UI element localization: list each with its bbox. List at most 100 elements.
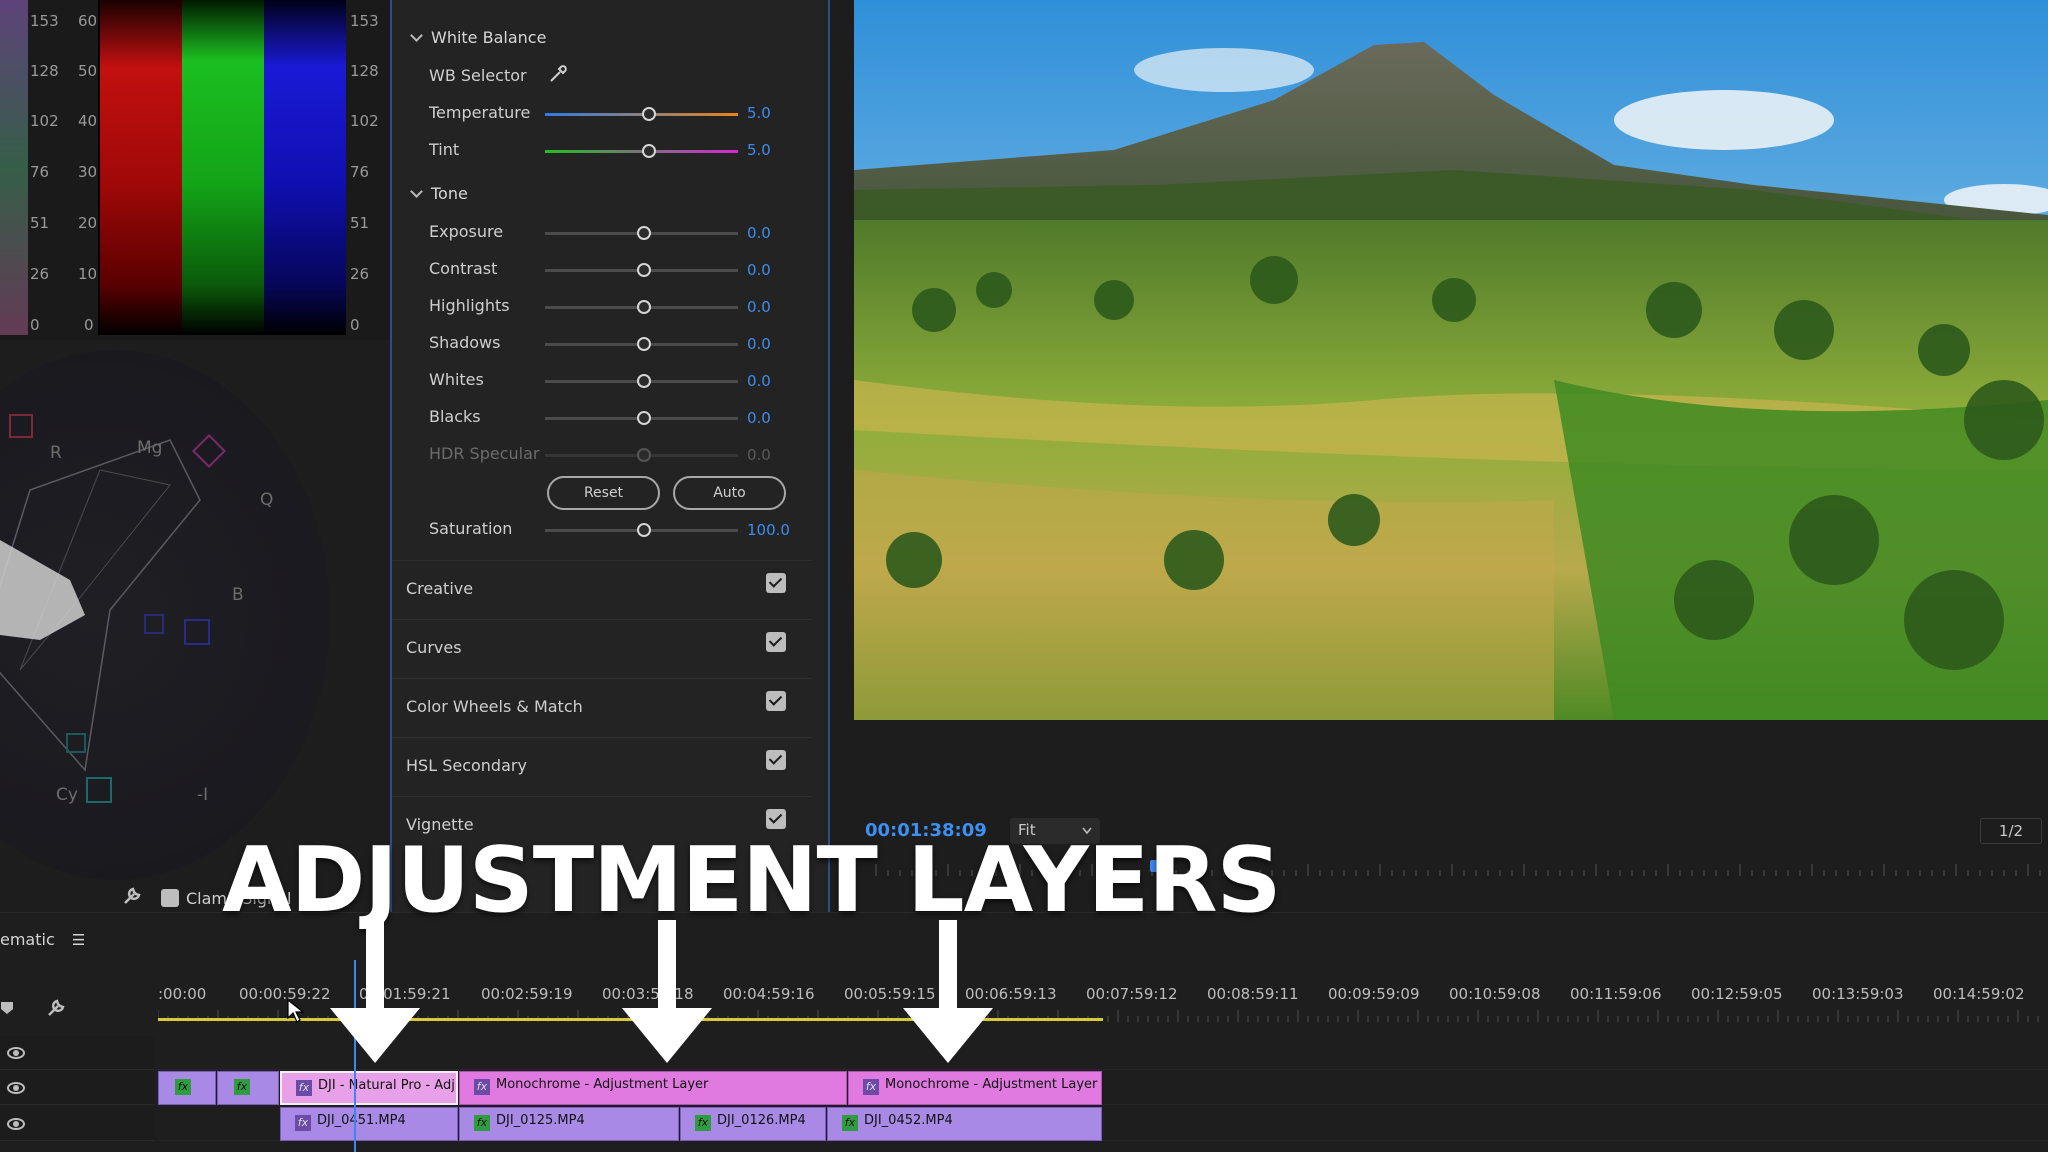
fx-badge-icon: fx	[863, 1079, 879, 1095]
highlights-slider[interactable]	[545, 300, 738, 314]
track-header-v2	[0, 1071, 155, 1105]
slider-knob[interactable]	[642, 107, 656, 121]
scale-label: 128	[350, 62, 379, 80]
slider-knob[interactable]	[637, 523, 651, 537]
exposure-value[interactable]: 0.0	[747, 224, 771, 242]
hsl-secondary-enable-checkbox[interactable]	[766, 750, 786, 770]
timeline-ruler[interactable]	[158, 1008, 2048, 1026]
green-channel	[182, 0, 264, 335]
scale-label: 102	[30, 112, 59, 130]
clip-label: DJI - Natural Pro - Adj	[318, 1078, 455, 1093]
saturation-value[interactable]: 100.0	[747, 521, 790, 539]
video-clip[interactable]: fx DJI_0451.MP4	[280, 1107, 458, 1141]
blacks-slider[interactable]	[545, 411, 738, 425]
hdr-specular-slider	[545, 448, 738, 462]
ruler-timecode: 00:09:59:09	[1328, 985, 1420, 1003]
adjustment-layer-clip[interactable]: fx DJI - Natural Pro - Adj	[280, 1071, 458, 1105]
vignette-enable-checkbox[interactable]	[766, 809, 786, 829]
whites-value[interactable]: 0.0	[747, 372, 771, 390]
slider-knob[interactable]	[637, 300, 651, 314]
red-channel	[100, 0, 182, 335]
highlights-value[interactable]: 0.0	[747, 298, 771, 316]
auto-button[interactable]: Auto	[673, 476, 786, 510]
tint-slider[interactable]	[545, 144, 738, 158]
clamp-signal-checkbox[interactable]	[161, 889, 179, 907]
creative-section[interactable]: Creative	[392, 560, 812, 618]
contrast-slider[interactable]	[545, 263, 738, 277]
video-clip[interactable]: fx DJI_0126.MP4	[680, 1107, 826, 1141]
arrow-down-icon	[330, 920, 420, 1063]
temperature-slider[interactable]	[545, 107, 738, 121]
vectorscope-label-i: -I	[197, 785, 209, 805]
marker-icon[interactable]	[0, 1000, 14, 1016]
rgb-parade-scope: 153 128 102 76 51 26 0 60 50 40 30 20 10…	[0, 0, 395, 340]
clip-label: Monochrome - Adjustment Layer	[496, 1077, 709, 1092]
video-clip[interactable]: fx DJI_0452.MP4	[827, 1107, 1102, 1141]
scale-label: 0	[350, 316, 360, 334]
clip-label: DJI_0451.MP4	[317, 1113, 406, 1128]
section-label: HSL Secondary	[406, 756, 527, 775]
exposure-slider[interactable]	[545, 226, 738, 240]
whites-label: Whites	[429, 370, 484, 389]
curves-section[interactable]: Curves	[392, 619, 812, 677]
arrow-down-icon	[622, 920, 712, 1063]
saturation-slider[interactable]	[545, 523, 738, 537]
ruler-timecode: 00:12:59:05	[1691, 985, 1783, 1003]
slider-knob[interactable]	[637, 226, 651, 240]
chevron-down-icon	[410, 29, 423, 42]
eye-icon[interactable]	[7, 1118, 25, 1130]
adjustment-layer-clip[interactable]: fx Monochrome - Adjustment Layer	[459, 1071, 847, 1105]
whites-slider[interactable]	[545, 374, 738, 388]
scale-label: 76	[30, 163, 50, 181]
shadows-value[interactable]: 0.0	[747, 335, 771, 353]
hdr-specular-label: HDR Specular	[429, 444, 540, 463]
reset-button[interactable]: Reset	[547, 476, 660, 510]
timeline-clip[interactable]: fx	[217, 1071, 279, 1105]
overlay-title: ADJUSTMENT LAYERS	[222, 828, 1281, 933]
color-wheels-section[interactable]: Color Wheels & Match	[392, 678, 812, 736]
temperature-value[interactable]: 5.0	[747, 104, 771, 122]
ruler-timecode: 00:11:59:06	[1570, 985, 1662, 1003]
eye-icon[interactable]	[7, 1047, 25, 1059]
shadows-slider[interactable]	[545, 337, 738, 351]
video-clip[interactable]: fx DJI_0125.MP4	[459, 1107, 679, 1141]
slider-knob[interactable]	[637, 263, 651, 277]
eyedropper-icon[interactable]	[547, 63, 569, 85]
wrench-icon[interactable]	[120, 884, 144, 908]
vectorscope-label-cy: Cy	[56, 785, 78, 805]
sequence-name[interactable]: ematic ☰	[0, 930, 85, 949]
blue-channel	[264, 0, 346, 335]
hsl-secondary-section[interactable]: HSL Secondary	[392, 737, 812, 795]
white-balance-header: White Balance	[431, 28, 547, 47]
curves-enable-checkbox[interactable]	[766, 632, 786, 652]
video-frame[interactable]	[854, 0, 2048, 720]
scale-label: 26	[350, 265, 370, 283]
contrast-value[interactable]: 0.0	[747, 261, 771, 279]
ruler-timecode: 00:10:59:08	[1449, 985, 1541, 1003]
timeline-clip[interactable]: fx	[158, 1071, 216, 1105]
playback-resolution-dropdown[interactable]: 1/2	[1980, 818, 2042, 844]
scale-label: 51	[350, 214, 370, 232]
slider-knob[interactable]	[642, 144, 656, 158]
wrench-icon[interactable]	[44, 996, 68, 1020]
tint-value[interactable]: 5.0	[747, 141, 771, 159]
white-balance-section[interactable]: White Balance	[410, 28, 547, 47]
blacks-value[interactable]: 0.0	[747, 409, 771, 427]
clip-label: Monochrome - Adjustment Layer	[885, 1077, 1098, 1092]
scale-label: 60	[78, 12, 98, 30]
slider-knob[interactable]	[637, 337, 651, 351]
adjustment-layer-clip[interactable]: fx Monochrome - Adjustment Layer	[848, 1071, 1102, 1105]
track-header-v3	[0, 1036, 155, 1070]
lumetri-color-panel: White Balance WB Selector Temperature 5.…	[390, 0, 830, 912]
ruler-timecode: 00:14:59:02	[1933, 985, 2025, 1003]
tint-label: Tint	[429, 140, 460, 159]
tone-section[interactable]: Tone	[410, 184, 468, 203]
color-wheels-enable-checkbox[interactable]	[766, 691, 786, 711]
scale-label: 153	[30, 12, 59, 30]
slider-knob[interactable]	[637, 411, 651, 425]
slider-knob[interactable]	[637, 374, 651, 388]
blacks-label: Blacks	[429, 407, 481, 426]
creative-enable-checkbox[interactable]	[766, 573, 786, 593]
eye-icon[interactable]	[7, 1082, 25, 1094]
menu-icon[interactable]: ☰	[72, 931, 85, 949]
